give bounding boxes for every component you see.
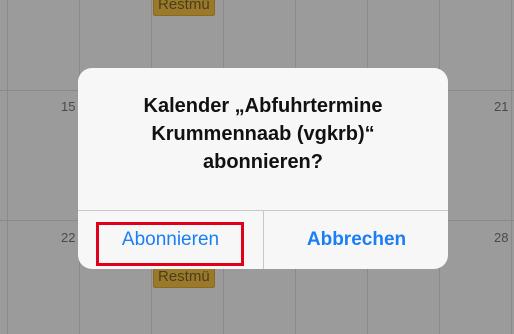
dialog-title: Kalender „Abfuhrtermine Krummennaab (vgk… [78, 92, 448, 176]
dialog-title-line: Krummennaab (vgkrb)“ [151, 123, 375, 145]
grid-line [7, 0, 8, 334]
grid-line [511, 0, 512, 334]
highlight-annotation-box [96, 222, 244, 266]
day-number: 21 [494, 99, 509, 114]
calendar-event-chip[interactable]: Restmü [153, 0, 215, 16]
calendar-event-chip[interactable]: Restmü [153, 266, 215, 288]
dialog-title-line: abonnieren? [202, 151, 323, 173]
dialog-title-line: Kalender „Abfuhrtermine [143, 95, 383, 117]
cancel-button[interactable]: Abbrechen [264, 211, 448, 269]
day-number: 15 [61, 99, 76, 114]
day-number: 22 [61, 230, 76, 245]
day-number: 28 [494, 230, 509, 245]
